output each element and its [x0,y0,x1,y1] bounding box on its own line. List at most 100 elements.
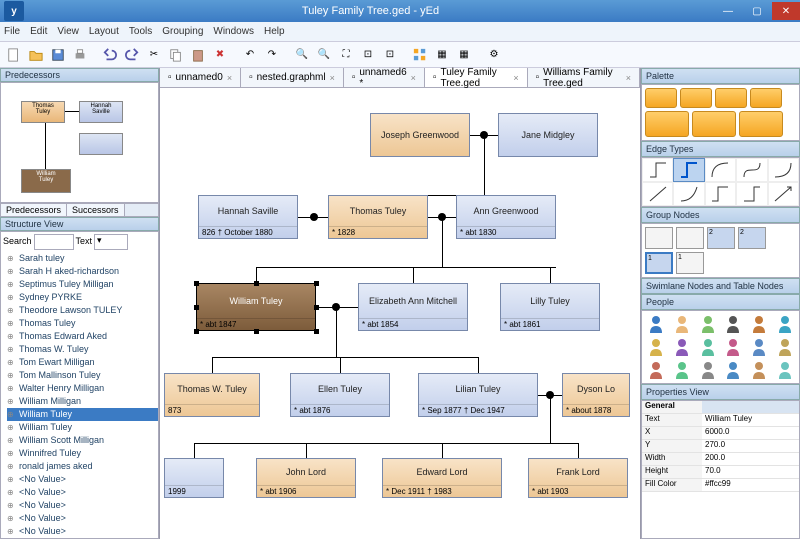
edge-type[interactable] [736,158,767,182]
swimlane-title[interactable]: Swimlane Nodes and Table Nodes [641,278,800,294]
graph-node-lilly[interactable]: Lilly Tuley* abt 1861 [500,283,600,331]
print-icon[interactable] [70,45,90,65]
person-icon[interactable] [644,336,669,358]
graph-node-thomasw[interactable]: Thomas W. Tuley873 [164,373,260,417]
edge-type[interactable] [736,182,767,206]
menu-edit[interactable]: Edit [30,26,47,37]
group-nodes-title[interactable]: Group Nodes [641,207,800,223]
selection-handle[interactable] [194,329,199,334]
minimize-button[interactable]: — [714,2,742,20]
tree-item[interactable]: ronald james aked [7,460,158,473]
tab-predecessors[interactable]: Predecessors [1,204,67,216]
prop-value[interactable]: 200.0 [702,453,799,465]
person-icon[interactable] [772,313,797,335]
prop-value[interactable]: 6000.0 [702,427,799,439]
selection-handle[interactable] [314,281,319,286]
close-tab-icon[interactable]: × [330,73,335,83]
zoom-1-icon[interactable]: ⊡ [358,45,378,65]
zoom-out-icon[interactable]: 🔍 [314,45,334,65]
tree-item[interactable]: Thomas W. Tuley [7,343,158,356]
selection-handle[interactable] [194,281,199,286]
menu-grouping[interactable]: Grouping [162,26,203,37]
document-tab[interactable]: ▫Williams Family Tree.ged× [528,68,640,87]
close-tab-icon[interactable]: × [227,73,232,83]
edge-type[interactable] [768,182,799,206]
graph-canvas[interactable]: Joseph GreenwoodJane MidgleyHannah Savil… [160,88,640,539]
people-title[interactable]: People [641,294,800,310]
graph-node-eliza[interactable]: Elizabeth Ann Mitchell* abt 1854 [358,283,468,331]
tree-item[interactable]: <No Value> [7,473,158,486]
person-icon[interactable] [695,336,720,358]
graph-node-john[interactable]: John Lord* abt 1906 [256,458,356,498]
edge-type[interactable] [705,158,736,182]
person-icon[interactable] [670,359,695,381]
group-node[interactable] [676,227,704,249]
graph-node-thomas[interactable]: Thomas Tuley* 1828 [328,195,428,239]
edge-type[interactable] [642,158,673,182]
redo2-icon[interactable]: ↷ [262,45,282,65]
new-icon[interactable] [4,45,24,65]
person-icon[interactable] [747,313,772,335]
document-tab[interactable]: ▫Tuley Family Tree.ged× [425,68,528,87]
tab-successors[interactable]: Successors [67,204,125,216]
prop-value[interactable]: William Tuley [702,414,799,426]
menu-file[interactable]: File [4,26,20,37]
redo-icon[interactable] [122,45,142,65]
graph-node-dyson[interactable]: Dyson Lo* about 1878 [562,373,630,417]
person-icon[interactable] [721,313,746,335]
edge-type[interactable] [673,182,704,206]
person-icon[interactable] [747,336,772,358]
tree-item[interactable]: <No Value> [7,486,158,499]
tree-item[interactable]: <No Value> [7,499,158,512]
person-icon[interactable] [747,359,772,381]
tree-item[interactable]: Sydney PYRKE [7,291,158,304]
group-node[interactable] [645,227,673,249]
shape-rounded-rect[interactable] [680,88,712,108]
people-palette[interactable] [641,310,800,384]
selection-handle[interactable] [314,305,319,310]
tree-item[interactable]: Tom Mallinson Tuley [7,369,158,382]
graph-node-william[interactable]: William Tuley* abt 1847 [196,283,316,331]
selection-handle[interactable] [194,305,199,310]
selection-handle[interactable] [254,329,259,334]
document-tab[interactable]: ▫unnamed0× [160,68,241,87]
tree-item[interactable]: William Scott Milligan [7,434,158,447]
person-icon[interactable] [721,336,746,358]
tree-item[interactable]: Septimus Tuley Milligan [7,278,158,291]
selection-handle[interactable] [314,329,319,334]
shape-rect[interactable] [692,111,736,137]
tree-item[interactable]: <No Value> [7,525,158,538]
properties-title[interactable]: Properties View [641,384,800,400]
person-icon[interactable] [670,336,695,358]
graph-node-frank[interactable]: Frank Lord* abt 1903 [528,458,628,498]
undo-icon[interactable] [100,45,120,65]
group-node[interactable]: 2 [738,227,766,249]
person-icon[interactable] [721,359,746,381]
edge-types-title[interactable]: Edge Types [641,141,800,157]
layout3-icon[interactable]: ▦ [454,45,474,65]
shape-rounded-rect[interactable] [715,88,747,108]
menu-windows[interactable]: Windows [213,26,254,37]
edge-type[interactable] [642,182,673,206]
paste-icon[interactable] [188,45,208,65]
maximize-button[interactable]: ▢ [743,2,771,20]
shape-rect[interactable] [739,111,783,137]
prop-value[interactable]: 270.0 [702,440,799,452]
menu-help[interactable]: Help [264,26,285,37]
menu-tools[interactable]: Tools [129,26,152,37]
tree-item[interactable]: Tom Ewart Milligan [7,356,158,369]
graph-node-edward[interactable]: Edward Lord* Dec 1911 † 1983 [382,458,502,498]
graph-node-trunc[interactable]: 1999 [164,458,224,498]
predecessors-panel-title[interactable]: Predecessors [0,68,159,82]
tree-item[interactable]: Theodore Lawson TULEY [7,304,158,317]
edge-type[interactable] [705,182,736,206]
graph-node-joseph[interactable]: Joseph Greenwood [370,113,470,157]
tree-item[interactable]: Winnifred Tuley [7,447,158,460]
edge-type[interactable] [768,158,799,182]
search-input[interactable] [34,234,74,250]
save-icon[interactable] [48,45,68,65]
person-icon[interactable] [695,359,720,381]
tree-item[interactable]: Thomas Edward Aked [7,330,158,343]
graph-node-hannah[interactable]: Hannah Saville826 † October 1880 [198,195,298,239]
group-node[interactable]: 2 [707,227,735,249]
